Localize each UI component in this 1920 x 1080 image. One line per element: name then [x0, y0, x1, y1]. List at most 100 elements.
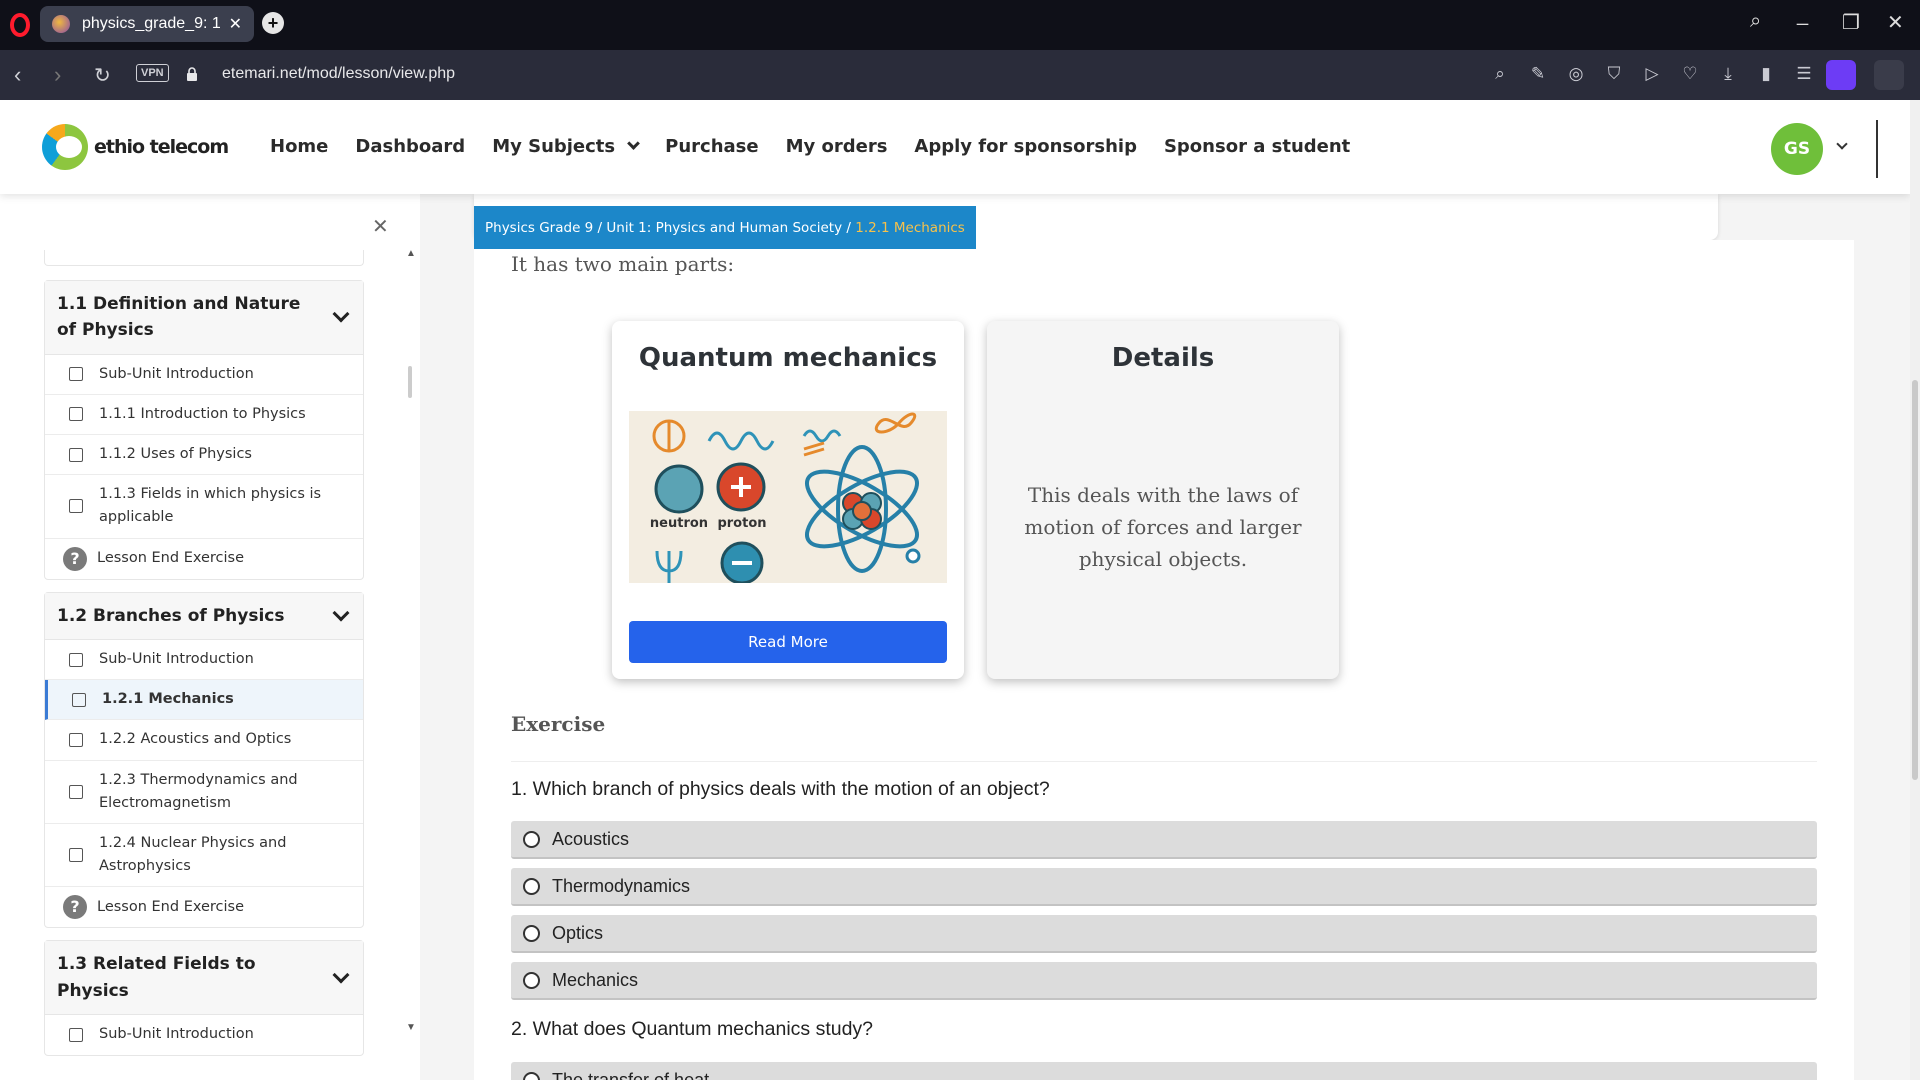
shield-icon[interactable]: ⛉	[1604, 64, 1624, 84]
sidebar-item[interactable]: 1.2.4 Nuclear Physics and Astrophysics	[45, 824, 363, 888]
chevron-down-icon[interactable]	[332, 966, 350, 984]
battery-icon[interactable]: ▮	[1756, 64, 1776, 84]
search-tabs-icon[interactable]: ⌕	[1750, 10, 1761, 33]
scroll-down-icon[interactable]: ▼	[406, 1022, 416, 1033]
checkbox[interactable]	[69, 652, 83, 667]
minimize-icon[interactable]: _	[1797, 4, 1808, 27]
neutron-label: neutron	[650, 516, 708, 531]
breadcrumb-link[interactable]: Unit 1: Physics and Human Society	[606, 220, 842, 236]
checkbox[interactable]	[69, 367, 83, 382]
checkbox[interactable]	[69, 407, 83, 422]
restore-icon[interactable]: ❐	[1842, 10, 1860, 35]
sidebar-item[interactable]: Sub-Unit Introduction	[45, 1015, 363, 1055]
sidebar-item[interactable]: Sub-Unit Introduction	[45, 355, 363, 395]
radio-button[interactable]	[523, 971, 540, 989]
section-header[interactable]: 1.2 Branches of Physics	[45, 592, 363, 640]
favicon-icon	[52, 15, 70, 33]
menu-icon[interactable]: ☰	[1794, 64, 1814, 84]
nav-purchase[interactable]: Purchase	[665, 136, 758, 157]
checkbox[interactable]	[69, 499, 83, 514]
radio-button[interactable]	[523, 1071, 540, 1080]
user-avatar[interactable]: GS	[1771, 123, 1823, 175]
checkbox[interactable]	[69, 848, 83, 863]
user-menu-chevron-icon[interactable]	[1836, 138, 1848, 150]
option-label: Optics	[552, 922, 604, 943]
sidebar-item[interactable]: 1.2.3 Thermodynamics and Electromagnetis…	[45, 761, 363, 824]
breadcrumb-link[interactable]: Physics Grade 9	[485, 220, 593, 236]
answer-option[interactable]: The transfer of heat	[511, 1062, 1817, 1080]
sidebar-item-label: 1.1.1 Introduction to Physics	[99, 405, 306, 422]
tab-close-icon[interactable]: ✕	[229, 14, 242, 34]
section-header[interactable]: 1.1 Definition and Nature of Physics	[45, 281, 363, 355]
flip-card-back[interactable]: Details This deals with the laws of moti…	[987, 321, 1339, 679]
forward-icon[interactable]: ›	[54, 62, 61, 88]
radio-button[interactable]	[523, 877, 540, 895]
sidebar-item[interactable]: Sub-Unit Introduction	[45, 640, 363, 681]
sidebar-item-active[interactable]: 1.2.1 Mechanics	[45, 680, 363, 721]
url-field[interactable]: etemari.net/mod/lesson/view.php	[222, 65, 455, 83]
scroll-up-icon[interactable]: ▲	[406, 248, 416, 259]
play-icon[interactable]: ▷	[1642, 64, 1662, 84]
new-tab-button[interactable]: +	[262, 12, 284, 34]
checkbox[interactable]	[69, 447, 83, 462]
checkbox[interactable]	[69, 732, 83, 747]
edit-icon[interactable]: ✎	[1528, 64, 1548, 84]
sidebar-item[interactable]: 1.2.2 Acoustics and Optics	[45, 720, 363, 761]
sidebar-item[interactable]: 1.1.1 Introduction to Physics	[45, 395, 363, 436]
nav-apply-sponsorship[interactable]: Apply for sponsorship	[914, 136, 1137, 157]
answer-option[interactable]: Acoustics	[511, 821, 1817, 859]
card-title: Quantum mechanics	[638, 343, 938, 373]
section-title: 1.2 Branches of Physics	[57, 605, 285, 626]
answer-option[interactable]: Optics	[511, 915, 1817, 953]
read-more-button[interactable]: Read More	[629, 621, 947, 663]
camera-icon[interactable]: ◎	[1566, 64, 1586, 84]
close-window-icon[interactable]: ✕	[1887, 10, 1904, 35]
web-page: ethio telecom Home Dashboard My Subjects…	[0, 100, 1910, 1080]
option-label: Thermodynamics	[552, 875, 691, 896]
sidebar-item-label: Sub-Unit Introduction	[99, 365, 254, 382]
question-icon: ?	[63, 546, 87, 571]
nav-my-orders[interactable]: My orders	[786, 136, 888, 157]
answer-option[interactable]: Mechanics	[511, 962, 1817, 1000]
sidebar-scrollbar[interactable]: ▲ ▼	[406, 248, 416, 1038]
browser-tab[interactable]: physics_grade_9: 1.2.1 ✕	[40, 6, 254, 42]
profile-icon[interactable]	[1826, 60, 1856, 90]
download-icon[interactable]: ⤓	[1718, 64, 1738, 84]
nav-home[interactable]: Home	[270, 136, 328, 157]
nav-sponsor-student[interactable]: Sponsor a student	[1164, 136, 1350, 157]
vpn-badge[interactable]: VPN	[136, 64, 169, 82]
radio-button[interactable]	[523, 924, 540, 942]
sidebar-item-quiz[interactable]: ? Lesson End Exercise	[45, 539, 363, 579]
back-icon[interactable]: ‹	[14, 62, 21, 88]
sidebar-item[interactable]: 1.1.3 Fields in which physics is applica…	[45, 475, 363, 539]
chevron-down-icon[interactable]	[332, 305, 350, 323]
brand-name: ethio telecom	[94, 136, 229, 158]
heart-icon[interactable]: ♡	[1680, 64, 1700, 84]
breadcrumb: Physics Grade 9 / Unit 1: Physics and Hu…	[474, 206, 976, 249]
section-header[interactable]: 1.3 Related Fields to Physics	[45, 941, 363, 1015]
checkbox[interactable]	[69, 784, 83, 799]
chevron-down-icon[interactable]	[332, 604, 350, 622]
section-stub	[44, 250, 364, 266]
checkbox[interactable]	[69, 1027, 83, 1042]
search-page-icon[interactable]: ⌕	[1490, 64, 1510, 84]
nav-my-subjects[interactable]: My Subjects	[492, 136, 641, 157]
proton-label: proton	[717, 516, 766, 531]
close-sidebar-icon[interactable]: ✕	[372, 214, 389, 239]
answer-option[interactable]: Thermodynamics	[511, 868, 1817, 906]
flip-card-front[interactable]: Quantum mechanics neutron proton Read Mo…	[612, 321, 964, 679]
scrollbar-thumb[interactable]	[408, 366, 412, 398]
extensions-icon[interactable]	[1874, 60, 1904, 90]
option-label: The transfer of heat	[552, 1069, 710, 1080]
sidebar-item-quiz[interactable]: ? Lesson End Exercise	[45, 887, 363, 927]
page-scrollbar[interactable]	[1910, 100, 1920, 1080]
sidebar-item[interactable]: 1.1.2 Uses of Physics	[45, 435, 363, 476]
opera-logo-icon[interactable]	[10, 13, 30, 37]
brand-logo[interactable]: ethio telecom	[42, 124, 229, 170]
main-nav: Home Dashboard My Subjects Purchase My o…	[270, 136, 1350, 157]
nav-dashboard[interactable]: Dashboard	[355, 136, 465, 157]
checkbox[interactable]	[72, 692, 86, 707]
radio-button[interactable]	[523, 830, 540, 848]
page-scrollbar-thumb[interactable]	[1912, 380, 1918, 780]
reload-icon[interactable]: ↻	[94, 63, 111, 88]
